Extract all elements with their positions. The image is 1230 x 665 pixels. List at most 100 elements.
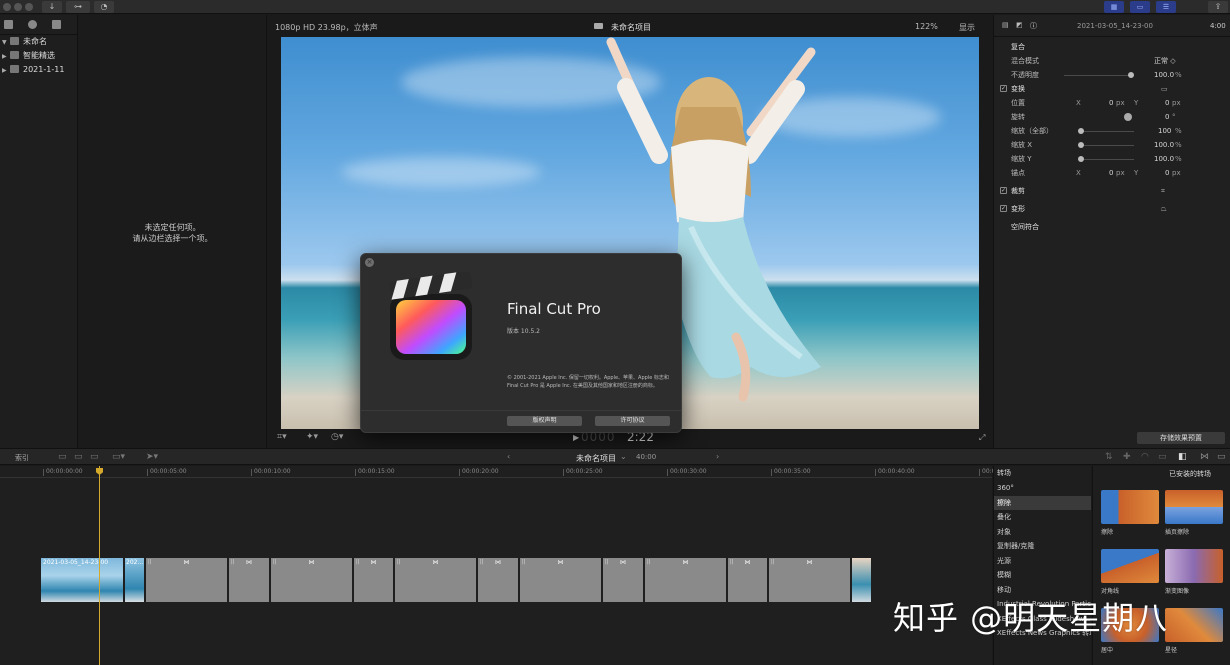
video-inspector-icon[interactable]: ▤ — [1002, 21, 1009, 29]
crop-controls-icon[interactable]: ⌗ — [1161, 184, 1165, 198]
browser-layout-icon[interactable]: ▭ — [1130, 1, 1150, 13]
snapping-icon[interactable]: ▭ — [1158, 452, 1167, 462]
keyword-icon[interactable]: ⊶ — [66, 1, 90, 13]
gap-clip[interactable]: || ⋈ — [145, 557, 228, 603]
titles-icon[interactable] — [52, 20, 61, 29]
history-back-icon[interactable]: ‹ — [507, 452, 510, 461]
video-clip[interactable]: 2021-03-05_14-23-00 — [40, 557, 124, 603]
library-icon[interactable] — [4, 20, 13, 29]
gap-clip[interactable]: || ⋈ — [394, 557, 477, 603]
project-menu-chevron-icon[interactable]: ⌄ — [620, 452, 627, 461]
scale-x-knob[interactable] — [1078, 142, 1084, 148]
gap-clip[interactable]: || ⋈ — [644, 557, 727, 603]
transition-thumb[interactable] — [1165, 490, 1223, 524]
import-icon[interactable]: ↓ — [42, 1, 62, 13]
sidebar-item-smart-collections[interactable]: ▶ 智能精选 — [0, 49, 77, 63]
play-icon[interactable]: ▶ — [573, 433, 579, 442]
category-item[interactable]: 光源 — [994, 554, 1091, 569]
transition-thumb[interactable] — [1165, 549, 1223, 583]
disclosure-open-icon[interactable]: ▼ — [2, 36, 10, 50]
effects-browser-icon[interactable]: ◧ — [1178, 452, 1187, 462]
playhead[interactable] — [99, 466, 100, 665]
select-tool-icon[interactable]: ➤▾ — [146, 452, 158, 462]
video-clip[interactable]: 202... — [124, 557, 145, 603]
scale-y-slider[interactable] — [1079, 159, 1134, 160]
window-close-icon[interactable] — [3, 3, 11, 11]
transitions-browser-icon[interactable]: ⋈ — [1200, 452, 1209, 462]
gap-clip[interactable]: || ⋈ — [353, 557, 394, 603]
overwrite-edit-icon[interactable]: ▭▾ — [112, 452, 125, 462]
composite-section[interactable]: 复合 — [994, 40, 1230, 54]
gap-clip[interactable]: || ⋈ — [270, 557, 353, 603]
window-minimize-icon[interactable] — [14, 3, 22, 11]
category-item[interactable]: 对象 — [994, 525, 1091, 540]
solo-icon[interactable]: ◠ — [1141, 452, 1149, 462]
gap-clip[interactable]: || ⋈ — [228, 557, 270, 603]
category-item[interactable]: 叠化 — [994, 510, 1091, 525]
info-inspector-icon[interactable]: ⓘ — [1030, 21, 1037, 31]
distort-controls-icon[interactable]: ⏢ — [1161, 202, 1167, 216]
transition-thumb[interactable] — [1101, 490, 1159, 524]
video-clip[interactable] — [851, 557, 872, 603]
crop-section[interactable]: ✓ 裁剪 ⌗ — [994, 184, 1230, 198]
index-button[interactable]: 索引 — [15, 453, 29, 463]
transform-section[interactable]: ✓ 变换 ▭ — [994, 82, 1230, 96]
crop-tool-icon[interactable]: ⌗▾ — [277, 432, 287, 442]
scale-all-knob[interactable] — [1078, 128, 1084, 134]
display-menu[interactable]: 显示 — [959, 22, 975, 33]
gap-clip[interactable]: || ⋈ — [477, 557, 519, 603]
transition-thumb[interactable] — [1101, 549, 1159, 583]
timeline-appearance-icon[interactable]: ▭ — [1217, 452, 1226, 462]
timeline-ruler[interactable]: 00:00:00:00 00:00:05:00 00:00:10:00 00:0… — [0, 466, 1019, 478]
window-zoom-icon[interactable] — [25, 3, 33, 11]
category-item[interactable]: 360° — [994, 481, 1091, 496]
installed-transitions-menu[interactable]: 已安装的转场 — [1169, 469, 1211, 479]
history-forward-icon[interactable]: › — [716, 452, 719, 461]
color-inspector-icon[interactable]: ◩ — [1016, 21, 1023, 29]
scale-all-slider[interactable] — [1079, 131, 1134, 132]
license-button[interactable]: 版权声明 — [507, 416, 582, 426]
gap-clip[interactable]: || ⋈ — [768, 557, 851, 603]
crop-checkbox[interactable]: ✓ — [1000, 187, 1007, 194]
distort-checkbox[interactable]: ✓ — [1000, 205, 1007, 212]
opacity-slider[interactable] — [1064, 75, 1134, 76]
spatial-conform-section[interactable]: 空间符合 — [994, 220, 1230, 234]
speed-tool-icon[interactable]: ◷▾ — [331, 432, 343, 442]
category-item[interactable]: 复制器/克隆 — [994, 539, 1091, 554]
background-tasks-icon[interactable]: ◔ — [94, 1, 114, 13]
opacity-knob[interactable] — [1128, 72, 1134, 78]
transform-checkbox[interactable]: ✓ — [1000, 85, 1007, 92]
append-edit-icon[interactable]: ▭ — [90, 452, 99, 462]
library-layout-icon[interactable]: ▦ — [1104, 1, 1124, 13]
connect-edit-icon[interactable]: ▭ — [58, 452, 67, 462]
blend-mode-select[interactable]: 正常 ◇ — [1154, 54, 1176, 68]
distort-section[interactable]: ✓ 变形 ⏢ — [994, 202, 1230, 216]
category-item-selected[interactable]: 擦除 — [994, 495, 1091, 510]
scale-y-knob[interactable] — [1078, 156, 1084, 162]
save-preset-button[interactable]: 存储效果预置 — [1137, 432, 1225, 444]
gap-clip[interactable]: || ⋈ — [602, 557, 644, 603]
gap-clip[interactable]: || ⋈ — [727, 557, 768, 603]
timeline[interactable]: 00:00:00:00 00:00:05:00 00:00:10:00 00:0… — [0, 466, 1019, 665]
category-item[interactable]: 模糊 — [994, 568, 1091, 583]
transition-thumb[interactable] — [1165, 608, 1223, 642]
inspector-layout-icon[interactable]: ☰ — [1156, 1, 1176, 13]
agreement-button[interactable]: 许可协议 — [595, 416, 670, 426]
timeline-project-title[interactable]: 未命名项目 — [576, 453, 616, 464]
photos-icon[interactable] — [28, 20, 37, 29]
rotation-dial-icon[interactable] — [1124, 113, 1132, 121]
zoom-menu[interactable]: 122% — [915, 22, 938, 31]
audio-skimming-icon[interactable]: ✚ — [1123, 452, 1131, 462]
gap-clip[interactable]: || ⋈ — [519, 557, 602, 603]
close-icon[interactable]: × — [365, 258, 374, 267]
sidebar-item-event[interactable]: ▶ 2021-1-11 — [0, 63, 77, 77]
scale-x-slider[interactable] — [1079, 145, 1134, 146]
disclosure-closed-icon[interactable]: ▶ — [2, 50, 10, 64]
share-icon[interactable]: ⇪ — [1208, 1, 1228, 13]
skimming-icon[interactable]: ⇅ — [1105, 452, 1113, 462]
onscreen-controls-icon[interactable]: ▭ — [1161, 82, 1168, 96]
disclosure-closed-icon[interactable]: ▶ — [2, 64, 10, 78]
insert-edit-icon[interactable]: ▭ — [74, 452, 83, 462]
fullscreen-icon[interactable]: ⤢ — [979, 433, 985, 443]
sidebar-item-library[interactable]: ▼ 未命名 — [0, 35, 77, 49]
